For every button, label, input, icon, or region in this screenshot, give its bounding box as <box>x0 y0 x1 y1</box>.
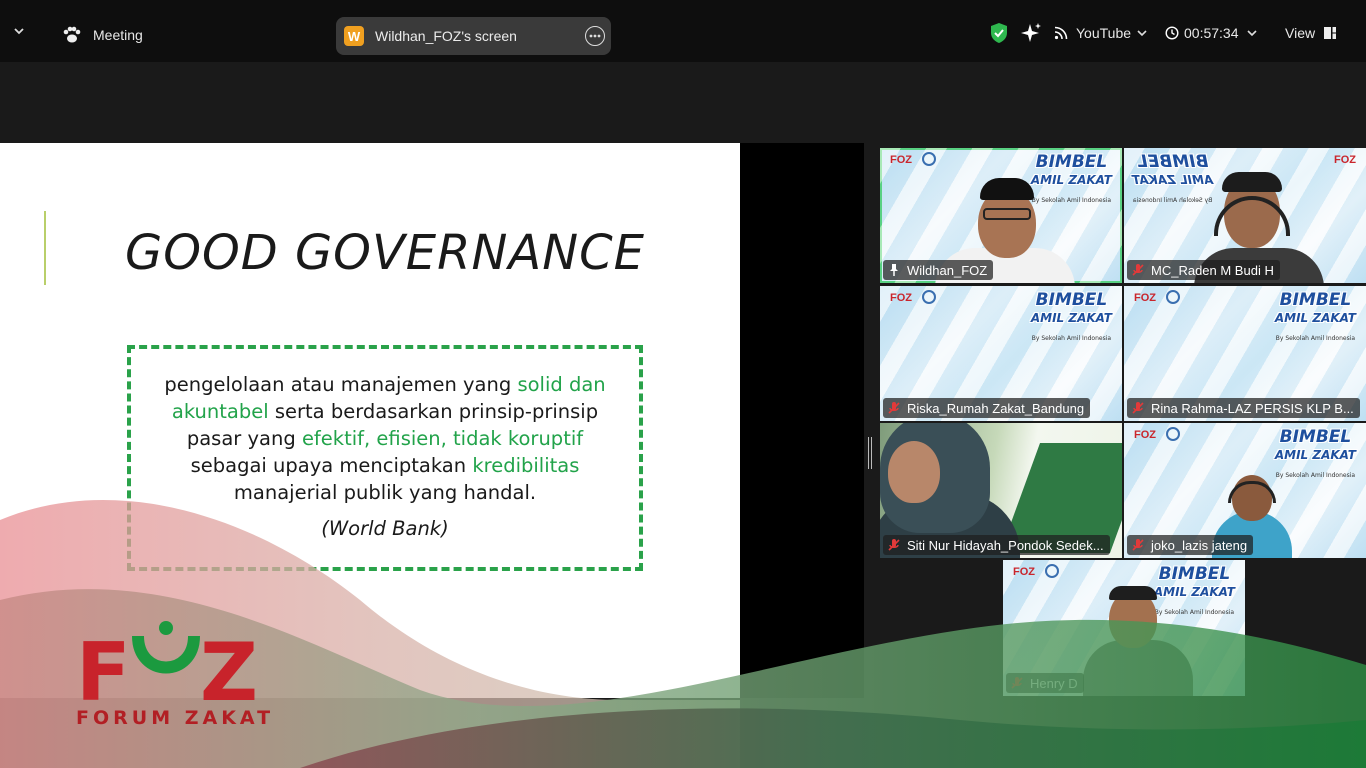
definition-text: pengelolaan atau manajemen yang solid da… <box>164 373 606 504</box>
video-tile-wildhan[interactable]: FOZ BIMBEL AMIL ZAKAT By Sekolah Amil Indo… <box>880 148 1122 283</box>
share-area-background <box>0 62 1366 143</box>
foz-banner-logo: FOZ <box>1134 292 1156 304</box>
shared-slide: GOOD GOVERNANCE pengelolaan atau manajem… <box>0 143 740 698</box>
panel-resize-handle[interactable] <box>868 437 872 469</box>
grid-view-icon <box>1324 27 1337 39</box>
ellipsis-icon <box>589 34 601 38</box>
clock-icon <box>1165 26 1179 40</box>
broadcast-icon <box>1054 26 1068 40</box>
definition-source: (World Bank) <box>321 517 449 540</box>
foz-logo-subtitle: FORUM ZAKAT <box>76 707 275 729</box>
meeting-timer: 00:57:34 <box>1184 25 1239 41</box>
chevron-down-icon <box>1137 30 1147 37</box>
banner-title: BIMBEL AMIL ZAKAT By Sekolah Amil Indonesi… <box>1274 290 1356 343</box>
foz-banner-logo: FOZ <box>890 154 912 166</box>
foz-banner-logo: FOZ <box>1134 429 1156 441</box>
foz-banner-logo: FOZ <box>890 292 912 304</box>
shared-screen-indicator[interactable]: W Wildhan_FOZ's screen <box>336 17 611 55</box>
video-tile-mc-raden[interactable]: BIMBEL AMIL ZAKAT By Sekolah Amil Indonesi… <box>1124 148 1366 283</box>
participant-name-tag: Riska_Rumah Zakat_Bandung <box>883 398 1091 418</box>
video-tile-siti[interactable]: Siti Nur Hidayah_Pondok Sedek... <box>880 423 1122 558</box>
title-accent-bar <box>44 211 46 285</box>
banner-title: BIMBEL AMIL ZAKAT By Sekolah Amil Indonesi… <box>1153 564 1235 617</box>
video-tile-riska[interactable]: FOZ BIMBEL AMIL ZAKAT By Sekolah Amil Indo… <box>880 286 1122 421</box>
partner-logo-icon <box>922 152 936 166</box>
pin-icon <box>890 264 898 276</box>
partner-logo-icon <box>1166 290 1180 304</box>
mic-muted-icon <box>1132 264 1144 276</box>
foz-banner-logo: FOZ <box>1013 566 1035 578</box>
participant-name-tag: Rina Rahma-LAZ PERSIS KLP B... <box>1127 398 1360 418</box>
livestream-youtube-button[interactable]: YouTube <box>1054 25 1149 41</box>
mic-muted-icon <box>888 539 900 551</box>
chevron-down-icon <box>1246 30 1257 37</box>
more-options-button[interactable] <box>585 26 605 46</box>
foz-banner-logo: FOZ <box>1334 154 1356 166</box>
shield-check-icon <box>991 23 1007 43</box>
partner-logo-icon <box>1166 427 1180 441</box>
sharer-avatar: W <box>344 26 364 46</box>
view-label: View <box>1285 25 1316 41</box>
participant-name-tag: joko_lazis jateng <box>1127 535 1254 555</box>
mic-muted-icon <box>888 402 900 414</box>
participant-name-tag: Siti Nur Hidayah_Pondok Sedek... <box>883 535 1110 555</box>
view-options-button[interactable]: View <box>1285 25 1337 41</box>
livestream-label: YouTube <box>1076 25 1132 41</box>
meeting-menu-button[interactable]: Meeting <box>62 26 143 44</box>
participant-name-tag: Wildhan_FOZ <box>883 260 994 280</box>
chevron-down-icon <box>14 28 24 35</box>
definition-box: pengelolaan atau manajemen yang solid da… <box>127 345 643 571</box>
meeting-timer-button[interactable]: 00:57:34 <box>1165 25 1259 41</box>
shared-screen-title: Wildhan_FOZ's screen <box>375 28 517 44</box>
participant-name-tag: Henry D <box>1006 673 1084 693</box>
security-shield-button[interactable] <box>988 22 1010 44</box>
mic-muted-icon <box>1132 539 1144 551</box>
partner-logo-icon <box>1045 564 1059 578</box>
svg-text:Z: Z <box>200 626 258 719</box>
ai-companion-button[interactable] <box>1020 22 1042 44</box>
video-tile-joko[interactable]: FOZ BIMBEL AMIL ZAKAT By Sekolah Amil Indo… <box>1124 423 1366 558</box>
top-toolbar: Meeting W Wildhan_FOZ's screen YouTube 0… <box>0 0 1366 62</box>
video-tile-henry[interactable]: FOZ BIMBEL AMIL ZAKAT By Sekolah Amil Indo… <box>1003 560 1245 696</box>
banner-title: BIMBEL AMIL ZAKAT By Sekolah Amil Indonesi… <box>1030 290 1112 343</box>
banner-title: BIMBEL AMIL ZAKAT By Sekolah Amil Indonesi… <box>1274 427 1356 480</box>
sparkle-icon <box>1021 23 1041 42</box>
paw-icon <box>63 26 81 43</box>
banner-title: BIMBEL AMIL ZAKAT By Sekolah Amil Indonesi… <box>1030 152 1112 205</box>
share-area-margin <box>740 143 864 698</box>
banner-title: BIMBEL AMIL ZAKAT By Sekolah Amil Indonesi… <box>1132 152 1214 204</box>
participant-name-tag: MC_Raden M Budi H <box>1127 260 1280 280</box>
svg-text:F: F <box>76 626 131 719</box>
meeting-label: Meeting <box>93 27 143 43</box>
zoom-meeting-window: Meeting W Wildhan_FOZ's screen YouTube 0… <box>0 0 1366 768</box>
video-tile-rina[interactable]: FOZ BIMBEL AMIL ZAKAT By Sekolah Amil Indo… <box>1124 286 1366 421</box>
menu-chevron-button[interactable] <box>12 24 26 38</box>
slide-title: GOOD GOVERNANCE <box>125 225 645 281</box>
mic-muted-icon <box>1132 402 1144 414</box>
partner-logo-icon <box>922 290 936 304</box>
mic-muted-icon <box>1011 677 1023 689</box>
